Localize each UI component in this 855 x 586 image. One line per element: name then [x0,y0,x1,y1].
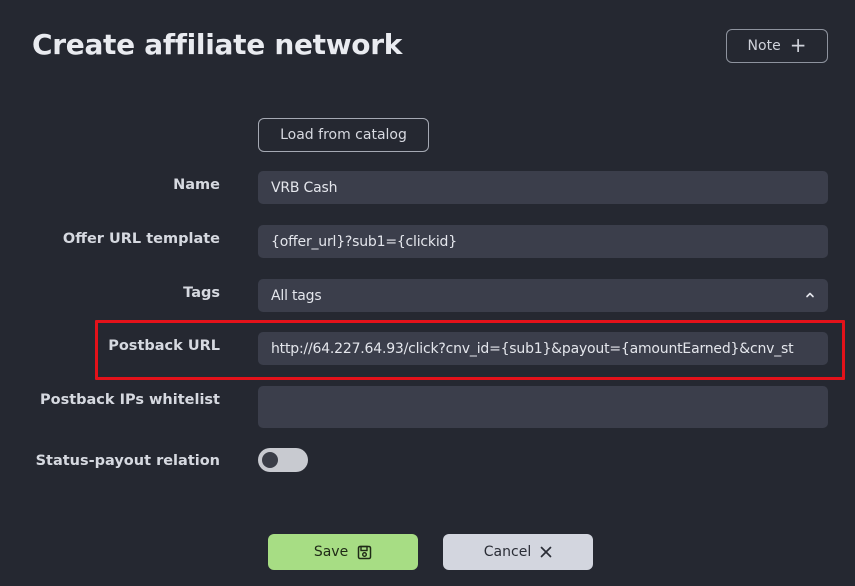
status-payout-relation-label: Status-payout relation [35,453,220,469]
offer-url-template-input[interactable]: {offer_url}?sub1={clickid} [258,225,828,258]
postback-ips-whitelist-input[interactable] [258,386,828,428]
tags-select[interactable]: All tags [258,279,828,312]
postback-url-value: http://64.227.64.93/click?cnv_id={sub1}&… [271,340,794,357]
save-button[interactable]: Save [268,534,418,570]
save-button-label: Save [313,544,349,560]
postback-url-label: Postback URL [108,338,220,354]
plus-icon: + [789,33,807,57]
postback-url-input[interactable]: http://64.227.64.93/click?cnv_id={sub1}&… [258,332,828,365]
offer-url-template-label: Offer URL template [62,231,220,247]
postback-ips-whitelist-label: Postback IPs whitelist [39,392,220,408]
note-button[interactable]: Note + [726,29,828,63]
cancel-button-label: Cancel [483,544,532,560]
note-button-label: Note [747,38,781,54]
tags-select-value: All tags [271,287,322,304]
floppy-disk-icon [357,545,372,559]
name-label: Name [173,177,220,193]
name-input-value: VRB Cash [271,179,338,196]
tags-label: Tags [183,285,220,301]
close-icon [540,546,552,558]
offer-url-template-value: {offer_url}?sub1={clickid} [271,233,457,250]
create-affiliate-network-dialog: Create affiliate network Note + Load fro… [0,0,855,586]
page-title: Create affiliate network [32,28,403,61]
chevron-up-icon [806,292,814,298]
name-input[interactable]: VRB Cash [258,171,828,204]
toggle-knob [262,452,278,468]
cancel-button[interactable]: Cancel [443,534,593,570]
status-payout-relation-toggle[interactable] [258,448,308,472]
load-from-catalog-button[interactable]: Load from catalog [258,118,429,152]
